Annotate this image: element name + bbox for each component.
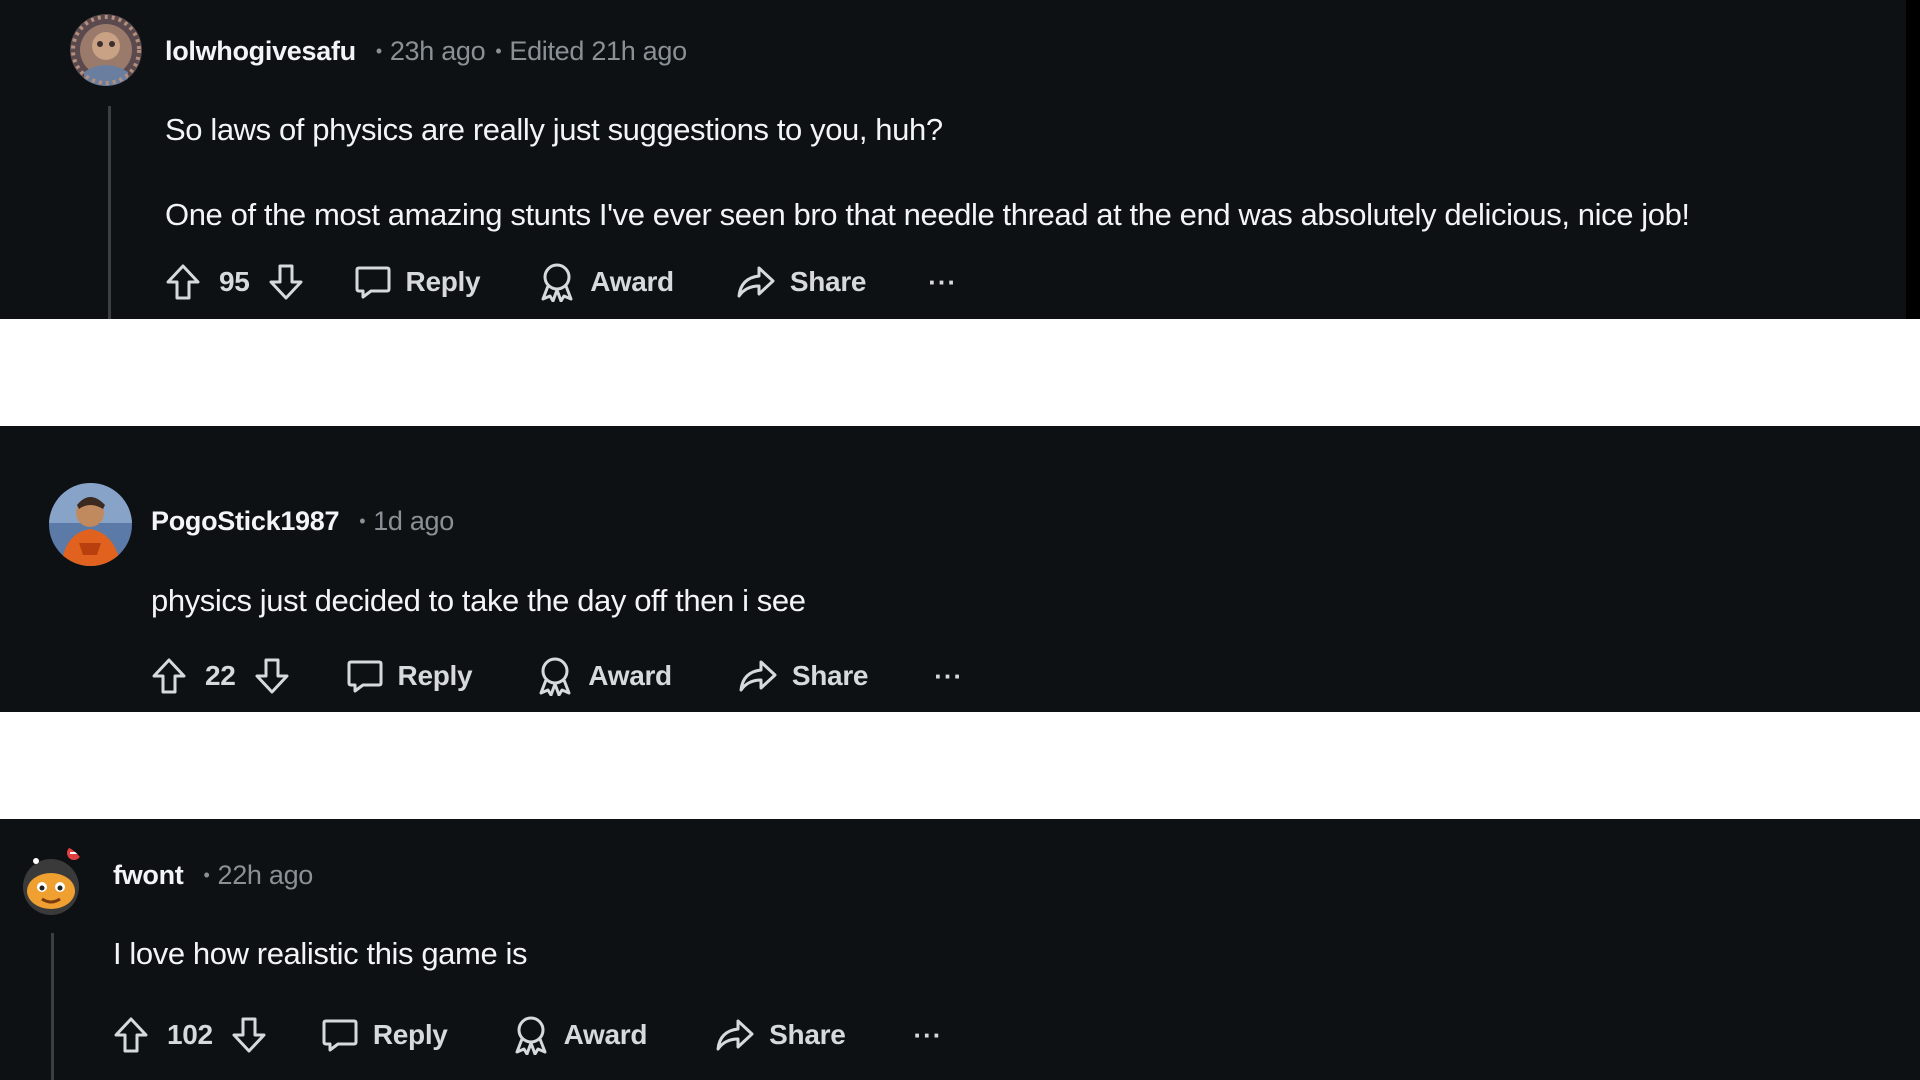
award-icon — [515, 1016, 547, 1055]
award-icon — [541, 263, 573, 302]
downvote-button[interactable] — [231, 1016, 267, 1054]
downvote-icon — [269, 264, 303, 300]
comment-card: PogoStick1987 • 1d ago physics just deci… — [0, 426, 1920, 712]
more-options-button[interactable]: ··· — [913, 1020, 942, 1051]
award-icon — [539, 657, 571, 696]
comment-text: physics just decided to take the day off… — [151, 583, 806, 618]
comment-text: One of the most amazing stunts I've ever… — [165, 197, 1690, 232]
share-label: Share — [791, 660, 869, 691]
more-options-button[interactable]: ··· — [934, 661, 963, 692]
timestamp[interactable]: 22h ago — [218, 860, 314, 891]
vote-count: 102 — [167, 1019, 213, 1050]
share-button[interactable]: Share — [738, 658, 869, 694]
edited-label: Edited 21h ago — [509, 36, 687, 66]
user-avatar[interactable] — [70, 14, 142, 86]
username[interactable]: fwont — [113, 860, 184, 891]
comment-meta: lolwhogivesafu • 23h ago • Edited 21h ag… — [165, 36, 687, 67]
comment-card: lolwhogivesafu • 23h ago • Edited 21h ag… — [0, 0, 1920, 319]
reply-button[interactable]: Reply — [321, 1017, 448, 1053]
reply-label: Reply — [397, 660, 473, 691]
award-label: Award — [588, 660, 672, 691]
reply-label: Reply — [405, 266, 481, 297]
downvote-icon — [232, 1017, 266, 1053]
timestamp[interactable]: 23h ago — [390, 36, 486, 67]
scrollbar-track[interactable] — [1906, 0, 1920, 319]
comment-actions: 22 Reply Award Share ··· — [151, 656, 963, 696]
reply-icon — [355, 266, 391, 299]
separator-dot: • — [495, 41, 502, 61]
share-label: Share — [789, 266, 867, 297]
downvote-icon — [255, 658, 289, 694]
timestamp[interactable]: 1d ago — [373, 506, 454, 537]
upvote-icon — [152, 658, 186, 694]
share-icon — [739, 660, 777, 692]
separator-dot: • — [203, 865, 210, 885]
upvote-icon — [114, 1017, 148, 1053]
user-avatar[interactable] — [49, 483, 132, 566]
more-options-button[interactable]: ··· — [928, 267, 957, 298]
award-label: Award — [563, 1019, 648, 1050]
comment-meta: fwont • 22h ago — [113, 860, 313, 891]
share-label: Share — [769, 1019, 846, 1050]
award-button[interactable]: Award — [512, 1015, 648, 1055]
share-button[interactable]: Share — [715, 1017, 846, 1053]
downvote-button[interactable] — [268, 263, 304, 301]
comment-text: I love how realistic this game is — [113, 936, 528, 971]
upvote-button[interactable] — [165, 263, 201, 301]
reply-icon — [347, 660, 383, 693]
share-button[interactable]: Share — [736, 264, 867, 300]
username[interactable]: PogoStick1987 — [151, 506, 339, 537]
reply-icon — [322, 1019, 358, 1052]
downvote-button[interactable] — [254, 657, 290, 695]
separator-dot: • — [359, 511, 366, 531]
thread-line[interactable] — [108, 106, 111, 319]
comment-actions: 102 Reply Award Share ··· — [113, 1015, 942, 1055]
reply-button[interactable]: Reply — [346, 658, 473, 694]
upvote-button[interactable] — [113, 1016, 149, 1054]
upvote-button[interactable] — [151, 657, 187, 695]
share-icon — [737, 266, 775, 298]
reply-button[interactable]: Reply — [354, 264, 481, 300]
username[interactable]: lolwhogivesafu — [165, 36, 356, 67]
comment-actions: 95 Reply Award Share ··· — [165, 262, 957, 302]
reply-label: Reply — [372, 1019, 448, 1050]
share-icon — [716, 1019, 754, 1051]
separator-dot: • — [375, 41, 382, 61]
vote-count: 95 — [219, 266, 250, 297]
comment-text: So laws of physics are really just sugge… — [165, 112, 943, 147]
award-label: Award — [590, 266, 674, 297]
award-button[interactable]: Award — [536, 656, 672, 696]
comment-card: fwont • 22h ago I love how realistic thi… — [0, 819, 1920, 1080]
user-avatar[interactable] — [14, 843, 88, 917]
upvote-icon — [166, 264, 200, 300]
thread-line[interactable] — [51, 933, 54, 1080]
award-button[interactable]: Award — [538, 262, 674, 302]
vote-count: 22 — [205, 660, 236, 691]
comment-meta: PogoStick1987 • 1d ago — [151, 506, 454, 537]
